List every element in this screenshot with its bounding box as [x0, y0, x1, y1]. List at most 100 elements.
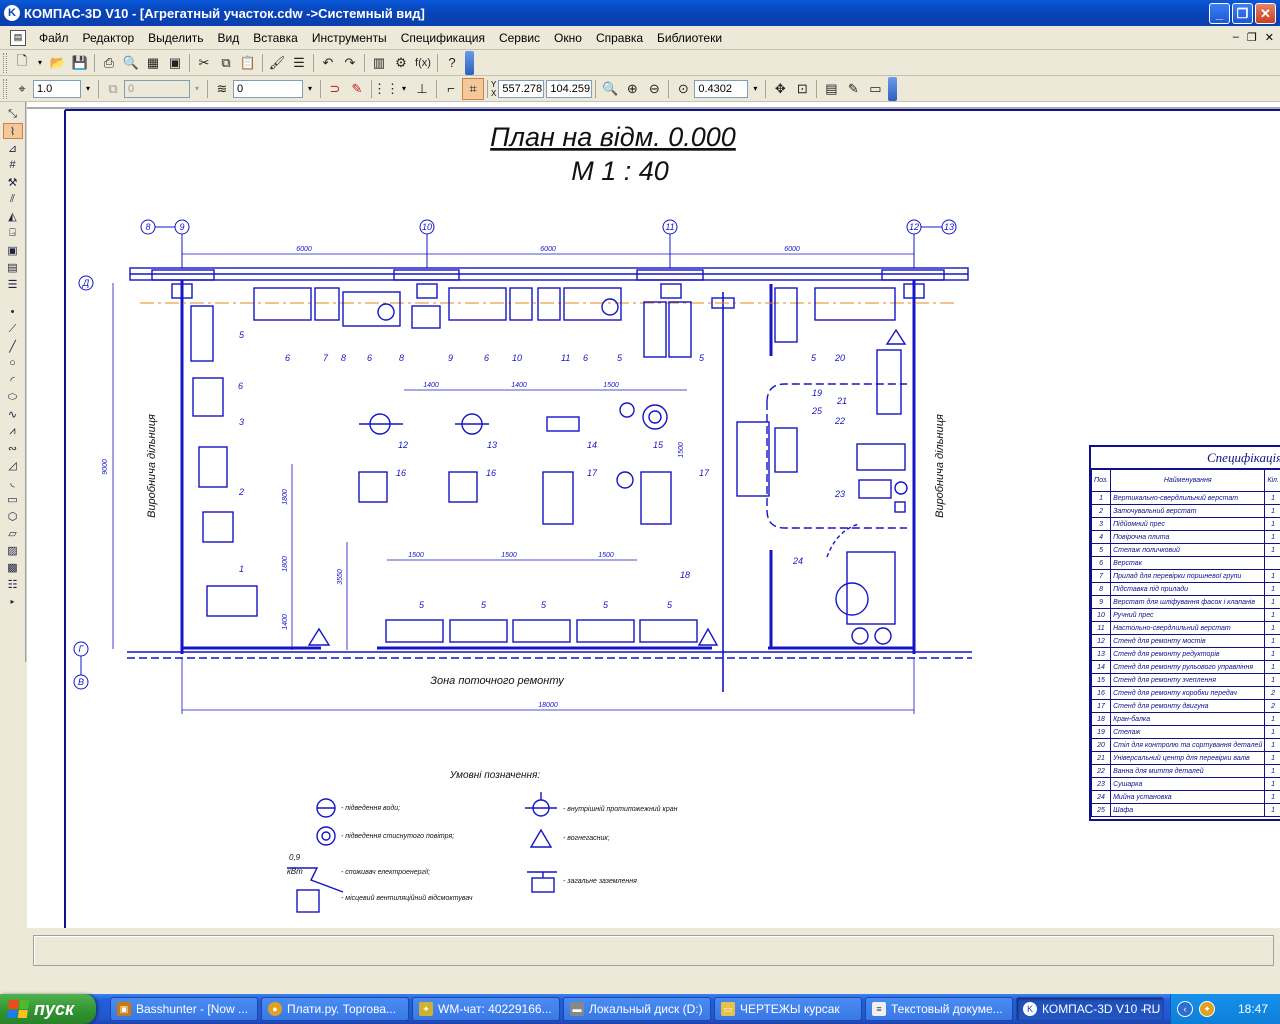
task-kompas[interactable]: K КОМПАС-3D V10 - ...	[1016, 997, 1164, 1021]
paste-icon[interactable]: 📋	[237, 52, 259, 74]
local-cs-icon[interactable]: ⌖	[11, 78, 33, 100]
save-icon[interactable]: 💾	[69, 52, 91, 74]
redo-icon[interactable]: ↷	[339, 52, 361, 74]
minimize-button[interactable]: _	[1209, 3, 1230, 24]
menu-tools[interactable]: Инструменты	[305, 26, 394, 50]
layer-icon[interactable]: ⧉	[102, 78, 124, 100]
menu-window[interactable]: Окно	[547, 26, 589, 50]
expand-panel-icon[interactable]: ▸	[3, 593, 23, 609]
toolbar-options-icon[interactable]	[888, 76, 898, 101]
list-icon[interactable]: ☰	[288, 52, 310, 74]
polyline-icon[interactable]: ⩘	[3, 423, 23, 439]
tray-network-icon[interactable]: ✦	[1199, 1001, 1215, 1017]
toolbar-grip[interactable]	[3, 52, 7, 73]
aux-line-icon[interactable]: ⟋	[3, 321, 23, 337]
task-wm-chat[interactable]: ✦ WM-чат: 40229166...	[412, 997, 560, 1021]
style-icon[interactable]: ≋	[211, 78, 233, 100]
function-icon[interactable]: f(x)	[412, 52, 434, 74]
manager-icon[interactable]: ▣	[164, 52, 186, 74]
snap-magnet-icon[interactable]: ⊃	[324, 78, 346, 100]
local-axes-icon[interactable]: ⊥	[411, 78, 433, 100]
copy-icon[interactable]: ⧉	[215, 52, 237, 74]
spec-icon[interactable]: ▤	[3, 259, 23, 275]
doc-restore-icon[interactable]: ❐	[1247, 31, 1257, 44]
menu-view[interactable]: Вид	[211, 26, 247, 50]
zoom-out-icon[interactable]: ⊖	[643, 78, 665, 100]
fill-icon[interactable]: ▩	[3, 559, 23, 575]
new-document-icon[interactable]: 🗋	[11, 52, 33, 74]
menu-select[interactable]: Выделить	[141, 26, 210, 50]
bezier-icon[interactable]: ∾	[3, 440, 23, 456]
pan-icon[interactable]: ✥	[769, 78, 791, 100]
contour-icon[interactable]: ▱	[3, 525, 23, 541]
cut-icon[interactable]: ✂	[193, 52, 215, 74]
format-brush-icon[interactable]: 🖌	[266, 52, 288, 74]
zoom-scale-icon[interactable]: ⊙	[672, 78, 694, 100]
print-preview-icon[interactable]: 🔍	[120, 52, 142, 74]
open-folder-icon[interactable]: 📂	[47, 52, 69, 74]
measure-icon[interactable]: ◭	[3, 208, 23, 224]
new-dropdown-icon[interactable]: ▾	[33, 54, 47, 72]
layer-dropdown-icon[interactable]: ▾	[190, 80, 204, 98]
zoom-window-icon[interactable]: 🔍	[599, 78, 621, 100]
fillet-icon[interactable]: ◟	[3, 474, 23, 490]
language-indicator[interactable]: RU	[1143, 1002, 1160, 1016]
menu-specification[interactable]: Спецификация	[394, 26, 492, 50]
menu-libraries[interactable]: Библиотеки	[650, 26, 729, 50]
variables-icon[interactable]: ⚙	[390, 52, 412, 74]
equidistant-icon[interactable]: ☷	[3, 576, 23, 592]
task-folder[interactable]: ▭ ЧЕРТЕЖЫ курсак	[714, 997, 862, 1021]
zoom-in-icon[interactable]: ⊕	[621, 78, 643, 100]
rectangle-icon[interactable]: ▭	[3, 491, 23, 507]
toolbar-options-icon[interactable]	[465, 50, 474, 75]
menu-insert[interactable]: Вставка	[246, 26, 305, 50]
arc-icon[interactable]: ◜	[3, 372, 23, 388]
polygon-icon[interactable]: ⬡	[3, 508, 23, 524]
hatch-icon[interactable]: ▨	[3, 542, 23, 558]
undo-icon[interactable]: ↶	[317, 52, 339, 74]
geometry-active-icon[interactable]: ⌇	[2, 123, 23, 139]
task-local-disk[interactable]: ▬ Локальный диск (D:)	[563, 997, 711, 1021]
style-field[interactable]: 0	[233, 79, 303, 98]
point-icon[interactable]: •	[3, 304, 23, 320]
reports-icon[interactable]: ☰	[3, 276, 23, 292]
help-pointer-icon[interactable]: ?	[441, 52, 463, 74]
properties-icon[interactable]: ▦	[142, 52, 164, 74]
style-dropdown-icon[interactable]: ▾	[303, 80, 317, 98]
associative-view-icon[interactable]: ▣	[3, 242, 23, 258]
line-scale-field[interactable]: 1.0	[33, 79, 81, 98]
task-notepad[interactable]: ≡ Текстовый докуме...	[865, 997, 1013, 1021]
close-button[interactable]: ✕	[1255, 3, 1276, 24]
dimensions-icon[interactable]: ⊿	[3, 140, 23, 156]
geometry-icon[interactable]: ⤡	[3, 106, 23, 122]
chamfer-icon[interactable]: ◿	[3, 457, 23, 473]
menu-file[interactable]: Файл	[32, 26, 76, 50]
start-button[interactable]: пуск	[0, 994, 96, 1024]
menu-editor[interactable]: Редактор	[76, 26, 142, 50]
tree-icon[interactable]: ▥	[368, 52, 390, 74]
zoom-dropdown-icon[interactable]: ▾	[748, 80, 762, 98]
ellipse-icon[interactable]: ⬭	[3, 389, 23, 405]
parametric-icon[interactable]: ⫽	[3, 191, 23, 207]
grid-icon[interactable]: ⋮⋮	[373, 78, 399, 100]
toolbar-grip[interactable]	[3, 78, 7, 99]
spline-icon[interactable]: ∿	[3, 406, 23, 422]
round-snap-icon[interactable]: ⌗	[462, 77, 484, 100]
task-winamp[interactable]: ▣ Basshunter - [Now ...	[110, 997, 258, 1021]
selection-icon[interactable]: ⍈	[3, 225, 23, 241]
circle-icon[interactable]: ○	[3, 355, 23, 371]
zoom-field[interactable]: 0.4302	[694, 79, 749, 98]
snap-off-icon[interactable]: ✎	[346, 78, 368, 100]
layer-field[interactable]: 0	[124, 79, 190, 98]
maximize-button[interactable]: ❐	[1232, 3, 1253, 24]
menu-help[interactable]: Справка	[589, 26, 650, 50]
symbols-icon[interactable]: #	[3, 157, 23, 173]
grid-dropdown-icon[interactable]: ▾	[397, 80, 411, 98]
menu-service[interactable]: Сервис	[492, 26, 547, 50]
doc-close-icon[interactable]: ✕	[1265, 31, 1274, 44]
doc-minimize-icon[interactable]: –	[1233, 31, 1239, 44]
task-browser[interactable]: ● Плати.ру. Торгова...	[261, 997, 409, 1021]
line-scale-dropdown-icon[interactable]: ▾	[81, 80, 95, 98]
edit-icon[interactable]: ⚒	[3, 174, 23, 190]
show-all-icon[interactable]: ⊡	[791, 78, 813, 100]
